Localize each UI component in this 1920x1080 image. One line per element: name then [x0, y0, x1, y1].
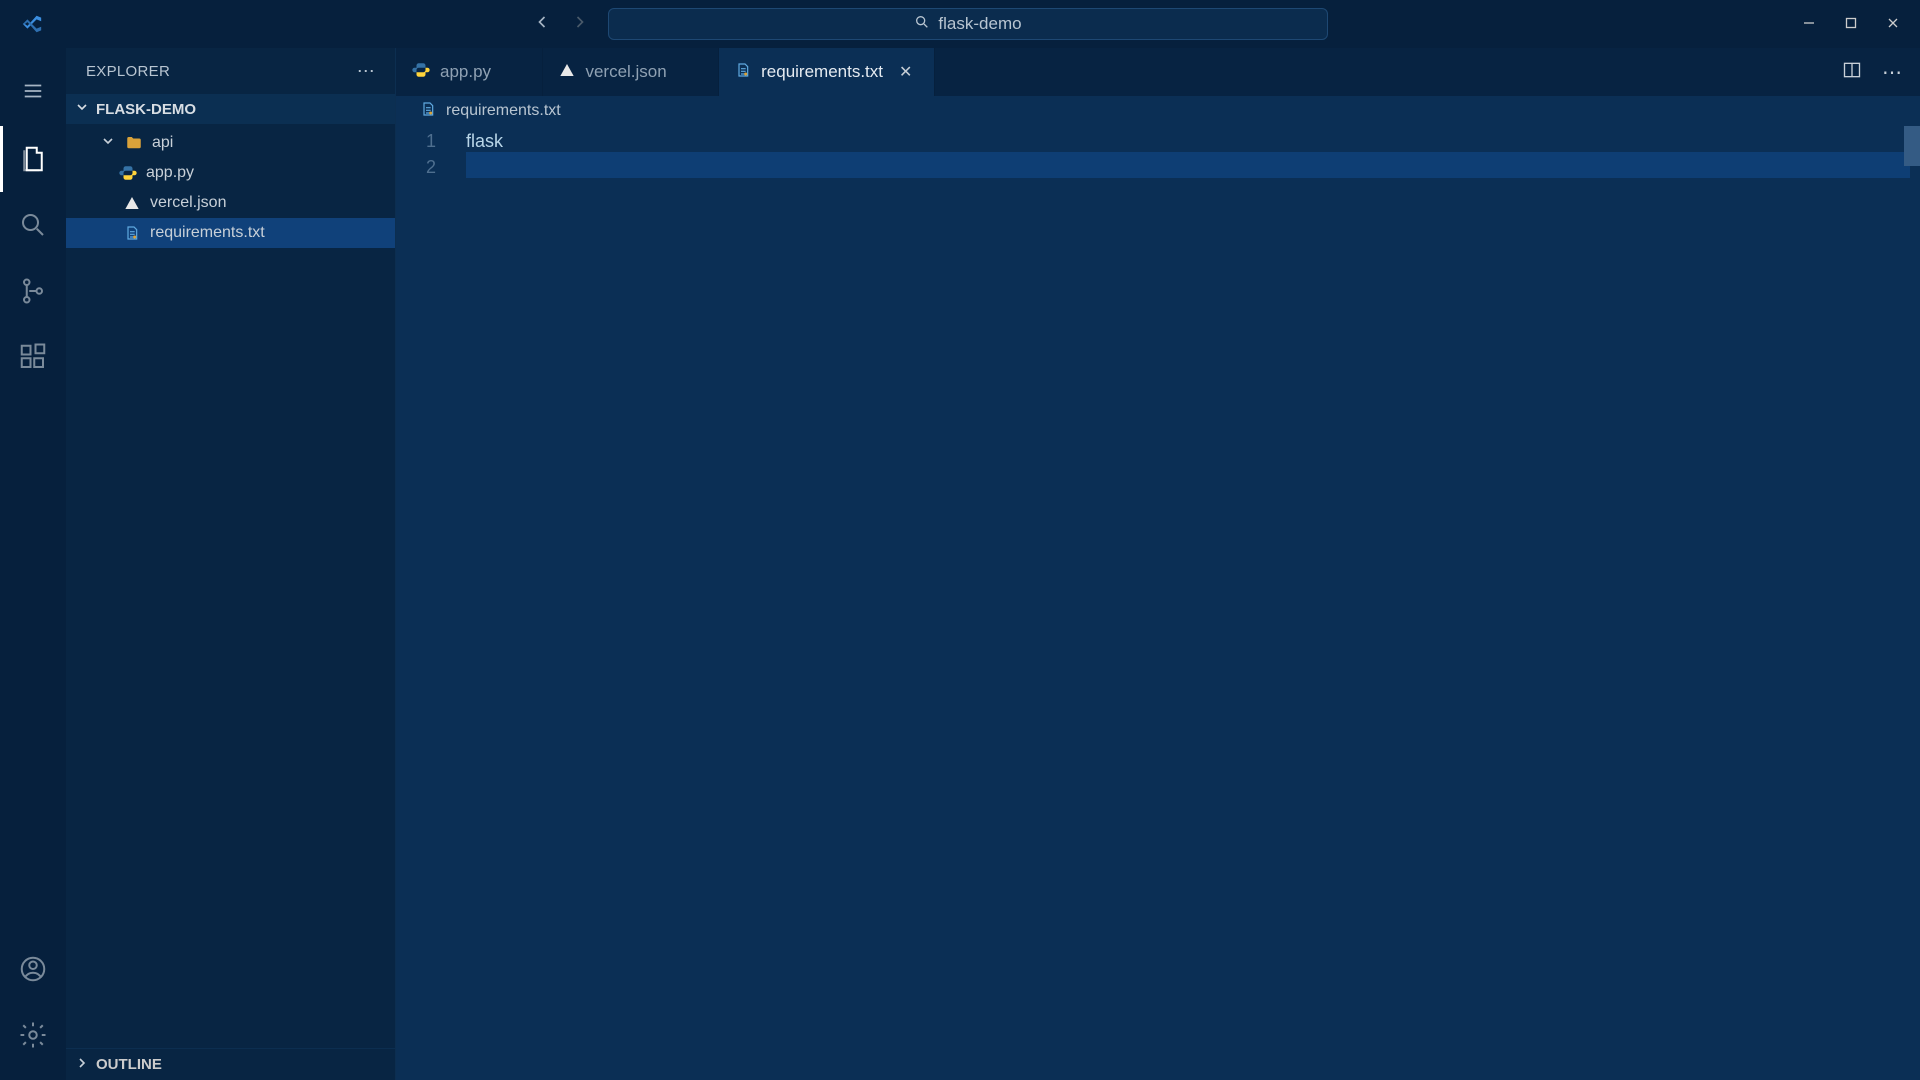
tree-file-requirements-txt[interactable]: requirements.txt: [66, 218, 395, 248]
tab-label: vercel.json: [585, 62, 666, 82]
activity-explorer-icon[interactable]: [0, 126, 66, 192]
menu-button[interactable]: [0, 66, 66, 116]
workspace: EXPLORER ⋯ FLASK-DEMO api app.py vercel.…: [0, 48, 1920, 1080]
editor-tabs: app.py ✕ vercel.json ✕ requirements.txt …: [396, 48, 1920, 96]
nav-arrows: [532, 12, 590, 37]
chevron-down-icon: [74, 99, 90, 119]
current-line-highlight: [466, 152, 1910, 178]
scrollbar-track[interactable]: [1904, 126, 1920, 1080]
tree-item-label: requirements.txt: [150, 224, 265, 242]
activity-search-icon[interactable]: [0, 192, 66, 258]
tab-label: app.py: [440, 62, 491, 82]
tree-item-label: app.py: [146, 164, 194, 182]
minimize-icon[interactable]: [1802, 16, 1816, 33]
line-gutter: 1 2: [396, 126, 466, 1080]
breadcrumb[interactable]: requirements.txt: [396, 96, 1920, 126]
tree-item-label: vercel.json: [150, 194, 226, 212]
search-text: flask-demo: [938, 14, 1021, 34]
window-controls: [1802, 16, 1908, 33]
code-lines[interactable]: flask: [466, 126, 1920, 1080]
vercel-file-icon: [122, 195, 142, 211]
vscode-logo-icon: [12, 13, 52, 35]
code-editor[interactable]: 1 2 flask: [396, 126, 1920, 1080]
tree-folder-api[interactable]: api: [66, 128, 395, 158]
tree-item-label: api: [152, 134, 173, 152]
command-center-search[interactable]: flask-demo: [608, 8, 1328, 40]
line-number: 1: [396, 128, 436, 154]
chevron-right-icon: [74, 1055, 90, 1075]
sidebar-title-row: EXPLORER ⋯: [66, 48, 395, 94]
vercel-file-icon: [559, 62, 575, 83]
tree-file-vercel-json[interactable]: vercel.json: [66, 188, 395, 218]
sidebar-more-icon[interactable]: ⋯: [357, 61, 375, 82]
editor-more-icon[interactable]: ⋯: [1882, 60, 1902, 85]
text-file-icon: [122, 225, 142, 241]
tab-close-icon[interactable]: ✕: [899, 62, 912, 82]
outline-label: OUTLINE: [96, 1056, 162, 1073]
activity-extensions-icon[interactable]: [0, 324, 66, 390]
editor-area: app.py ✕ vercel.json ✕ requirements.txt …: [396, 48, 1920, 1080]
tree-file-app-py[interactable]: app.py: [66, 158, 395, 188]
python-file-icon: [118, 164, 138, 182]
folder-icon: [124, 134, 144, 152]
activity-bar: [0, 48, 66, 1080]
activity-account-icon[interactable]: [0, 936, 66, 1002]
title-bar: flask-demo: [0, 0, 1920, 48]
editor-actions: ⋯: [1842, 48, 1920, 96]
text-file-icon: [420, 101, 436, 122]
folder-name: FLASK-DEMO: [96, 101, 196, 118]
file-tree: api app.py vercel.json requirements.txt: [66, 124, 395, 248]
nav-back-icon[interactable]: [532, 12, 552, 37]
close-icon[interactable]: [1886, 16, 1900, 33]
tab-vercel-json[interactable]: vercel.json ✕: [543, 48, 719, 96]
nav-forward-icon[interactable]: [570, 12, 590, 37]
outline-section-header[interactable]: OUTLINE: [66, 1048, 395, 1080]
tab-label: requirements.txt: [761, 62, 883, 82]
tab-requirements-txt[interactable]: requirements.txt ✕: [719, 48, 935, 96]
tab-app-py[interactable]: app.py ✕: [396, 48, 543, 96]
sidebar-title: EXPLORER: [86, 63, 170, 80]
chevron-down-icon: [100, 133, 116, 154]
text-file-icon: [735, 62, 751, 83]
search-icon: [914, 14, 930, 35]
maximize-icon[interactable]: [1844, 16, 1858, 33]
code-line: flask: [466, 128, 1920, 154]
line-number: 2: [396, 154, 436, 180]
activity-source-control-icon[interactable]: [0, 258, 66, 324]
scrollbar-thumb[interactable]: [1904, 126, 1920, 166]
breadcrumb-file: requirements.txt: [446, 102, 561, 120]
explorer-sidebar: EXPLORER ⋯ FLASK-DEMO api app.py vercel.…: [66, 48, 396, 1080]
folder-header[interactable]: FLASK-DEMO: [66, 94, 395, 124]
split-editor-icon[interactable]: [1842, 60, 1862, 85]
activity-settings-icon[interactable]: [0, 1002, 66, 1068]
python-file-icon: [412, 61, 430, 84]
